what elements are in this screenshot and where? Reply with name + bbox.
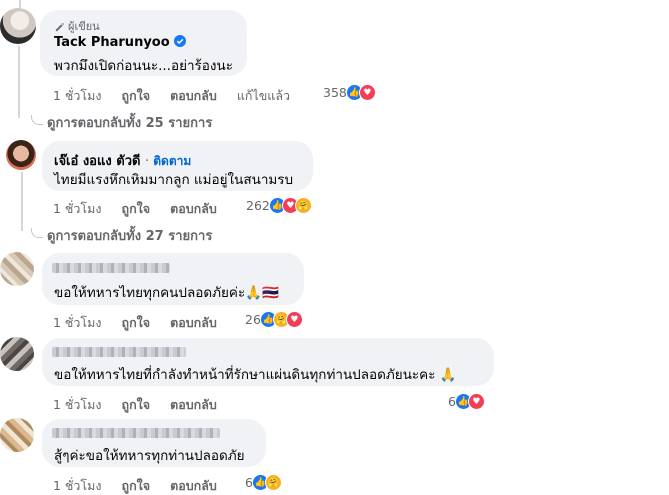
- reply-button[interactable]: ตอบกลับ: [170, 313, 217, 333]
- comment-time[interactable]: 1 ชั่วโมง: [53, 313, 102, 333]
- view-replies-link[interactable]: ดูการตอบกลับทั้ง 27 รายการ: [31, 225, 212, 246]
- reaction-count: 262: [246, 198, 270, 213]
- love-icon: ♥: [285, 311, 303, 328]
- comment-actions: 1 ชั่วโมง ถูกใจ ตอบกลับ: [53, 476, 237, 495]
- reply-connector: [31, 227, 43, 238]
- author-name[interactable]: เจ๊เอ๋ งอแง ตัวดี: [54, 154, 140, 169]
- reaction-count: 26: [245, 312, 261, 327]
- comment-text: พวกมึงเปิดก่อนนะ...อย่าร้องนะ: [54, 58, 233, 74]
- reaction-summary[interactable]: 6 👍 🤗: [245, 474, 282, 491]
- follow-button[interactable]: ติดตาม: [153, 154, 191, 168]
- like-button[interactable]: ถูกใจ: [122, 199, 151, 219]
- comment-bubble: ขอให้ทหารไทยทุกคนปลอดภัยค่ะ🙏🇹🇭: [42, 253, 304, 305]
- edited-label: แก้ไขแล้ว: [236, 88, 291, 103]
- like-button[interactable]: ถูกใจ: [122, 313, 151, 333]
- like-button[interactable]: ถูกใจ: [122, 395, 151, 415]
- redacted-author-name: [52, 263, 170, 273]
- redacted-author-name: [52, 428, 220, 438]
- view-replies-link[interactable]: ดูการตอบกลับทั้ง 25 รายการ: [31, 112, 212, 133]
- reaction-summary[interactable]: 262 👍 ♥ 🤗: [246, 197, 312, 214]
- avatar[interactable]: [0, 337, 34, 371]
- love-icon: ♥: [358, 84, 376, 101]
- reply-connector: [31, 114, 43, 125]
- thread-connector: [21, 172, 23, 231]
- pencil-icon: [55, 22, 65, 31]
- reply-button[interactable]: ตอบกลับ: [170, 86, 217, 106]
- view-replies-label[interactable]: ดูการตอบกลับทั้ง 25 รายการ: [47, 112, 212, 133]
- comment-text: สู้ๆค่ะขอให้ทหารทุกท่านปลอดภัย: [54, 448, 245, 464]
- comment-time[interactable]: 1 ชั่วโมง: [53, 86, 102, 106]
- verified-icon: [174, 35, 187, 47]
- comment-actions: 1 ชั่วโมง ถูกใจ ตอบกลับ: [53, 313, 237, 333]
- comment-author[interactable]: Tack Pharunyoo: [54, 35, 187, 50]
- reaction-summary[interactable]: 358 👍 ♥: [323, 84, 376, 101]
- comment-bubble: เจ๊เอ๋ งอแง ตัวดี · ติดตาม ไทยมีแรงหึกเห…: [42, 141, 313, 191]
- redacted-author-name: [52, 347, 186, 357]
- avatar[interactable]: [0, 418, 34, 452]
- reaction-count: 358: [323, 85, 347, 100]
- comment-actions: 1 ชั่วโมง ถูกใจ ตอบกลับ แก้ไขแล้ว: [53, 86, 310, 106]
- care-icon: 🤗: [264, 474, 282, 491]
- reply-button[interactable]: ตอบกลับ: [170, 476, 217, 495]
- author-badge-label: ผู้เขียน: [68, 20, 100, 33]
- reaction-summary[interactable]: 6 👍 ♥: [448, 393, 485, 410]
- avatar[interactable]: [6, 140, 36, 170]
- comment-bubble: ขอให้ทหารไทยที่กำลังทำหน้าที่รักษาแผ่นดิ…: [42, 338, 494, 386]
- like-button[interactable]: ถูกใจ: [122, 476, 151, 495]
- thread-connector: [19, 0, 21, 8]
- like-button[interactable]: ถูกใจ: [122, 86, 151, 106]
- avatar[interactable]: [0, 8, 36, 44]
- comment-bubble: ผู้เขียน Tack Pharunyoo พวกมึงเปิดก่อนนะ…: [40, 10, 247, 76]
- reply-button[interactable]: ตอบกลับ: [170, 395, 217, 415]
- comment-text: ขอให้ทหารไทยที่กำลังทำหน้าที่รักษาแผ่นดิ…: [54, 367, 457, 383]
- view-replies-label[interactable]: ดูการตอบกลับทั้ง 27 รายการ: [47, 225, 212, 246]
- comment-time[interactable]: 1 ชั่วโมง: [53, 199, 102, 219]
- comment-text: ขอให้ทหารไทยทุกคนปลอดภัยค่ะ🙏🇹🇭: [54, 285, 279, 301]
- reply-button[interactable]: ตอบกลับ: [170, 199, 217, 219]
- comment-actions: 1 ชั่วโมง ถูกใจ ตอบกลับ: [53, 395, 237, 415]
- author-name[interactable]: Tack Pharunyoo: [54, 35, 170, 50]
- author-badge: ผู้เขียน: [54, 17, 100, 35]
- avatar[interactable]: [0, 252, 34, 286]
- comment-text: ไทยมีแรงหึกเหิมมากลูก แม่อยู่ในสนามรบ: [54, 172, 294, 188]
- comment-time[interactable]: 1 ชั่วโมง: [53, 476, 102, 495]
- love-icon: ♥: [467, 393, 485, 410]
- thread-connector: [18, 46, 20, 118]
- comment-actions: 1 ชั่วโมง ถูกใจ ตอบกลับ: [53, 199, 237, 219]
- comment-bubble: สู้ๆค่ะขอให้ทหารทุกท่านปลอดภัย: [42, 419, 266, 467]
- comment-time[interactable]: 1 ชั่วโมง: [53, 395, 102, 415]
- reaction-summary[interactable]: 26 👍 🤗 ♥: [245, 311, 303, 328]
- care-icon: 🤗: [294, 197, 312, 214]
